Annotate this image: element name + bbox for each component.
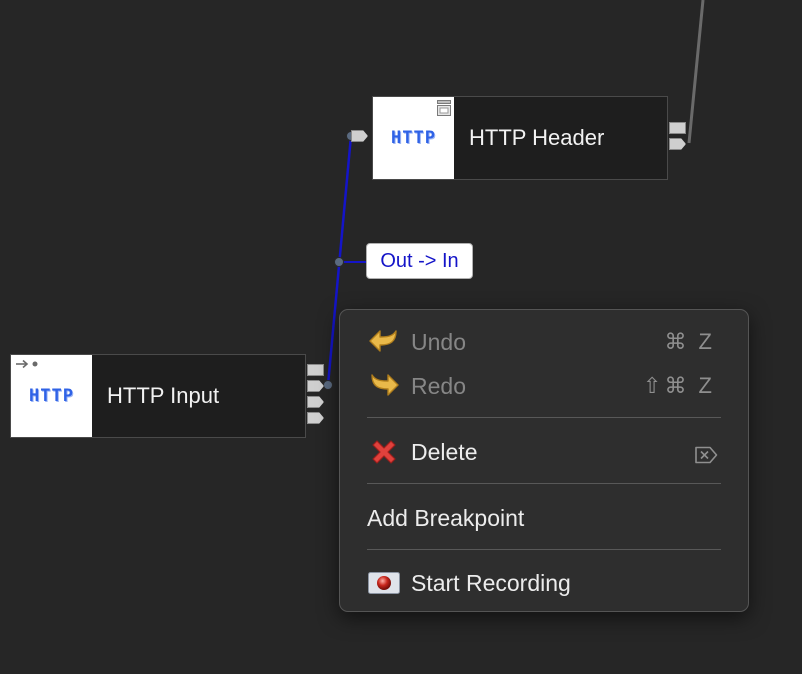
wire-midpoint-handle[interactable] <box>334 257 344 267</box>
menu-separator <box>367 417 721 418</box>
http-input-node[interactable]: HTTP HTTP Input <box>10 354 306 438</box>
menu-item-redo[interactable]: Redo ⇧⌘ Z <box>340 366 748 406</box>
menu-separator <box>367 549 721 550</box>
window-icon <box>437 100 451 116</box>
http-logo: HTTP <box>29 386 74 406</box>
http-header-node[interactable]: HTTP HTTP Header <box>372 96 668 180</box>
http-input-thumbnail: HTTP <box>11 355 92 437</box>
menu-item-shortcut: ⌘ Z <box>664 329 715 354</box>
redo-arrow-icon <box>368 370 400 402</box>
http-logo: HTTP <box>391 128 436 148</box>
menu-item-label: Start Recording <box>411 569 571 596</box>
menu-item-undo[interactable]: Undo ⌘ Z <box>340 322 748 362</box>
menu-item-delete[interactable]: Delete <box>340 432 748 472</box>
menu-item-label: Add Breakpoint <box>367 504 525 531</box>
connection-label[interactable]: Out -> In <box>366 243 473 279</box>
http-header-title: HTTP Header <box>469 125 605 150</box>
patch-canvas[interactable]: HTTP HTTP Header HTTP HTTP Input Out -> … <box>0 0 802 674</box>
menu-item-shortcut: ⇧⌘ Z <box>643 373 715 398</box>
menu-item-label: Undo <box>411 328 466 355</box>
context-menu: Undo ⌘ Z Redo ⇧⌘ Z Delete Add Breakpoint… <box>339 309 749 612</box>
http-input-output-port-1[interactable] <box>307 364 324 376</box>
menu-item-start-recording[interactable]: Start Recording <box>340 563 748 603</box>
menu-item-label: Delete <box>411 438 478 465</box>
input-arrow-icon <box>16 359 38 369</box>
http-input-title: HTTP Input <box>107 383 220 408</box>
wire-start-handle[interactable] <box>323 380 333 390</box>
undo-arrow-icon <box>368 326 400 358</box>
http-header-output-port-1[interactable] <box>669 122 686 134</box>
record-icon <box>368 567 400 599</box>
offscreen-cable[interactable] <box>687 0 705 144</box>
menu-separator <box>367 483 721 484</box>
http-header-thumbnail: HTTP <box>373 97 454 179</box>
menu-item-label: Redo <box>411 372 466 399</box>
delete-key-icon <box>694 443 718 470</box>
red-x-icon <box>368 436 400 468</box>
menu-item-add-breakpoint[interactable]: Add Breakpoint <box>340 498 748 538</box>
